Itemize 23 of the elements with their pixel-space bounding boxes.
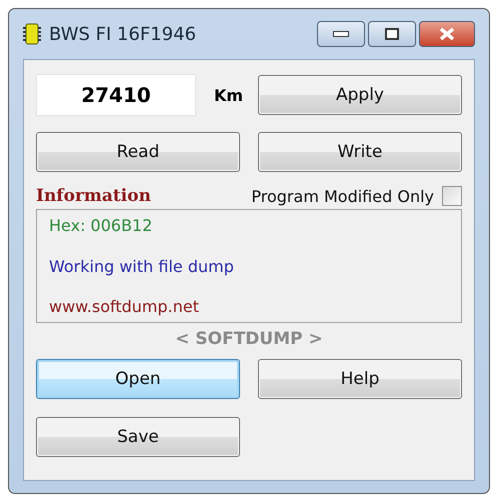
minimize-icon: [333, 31, 349, 37]
checkbox[interactable]: [442, 186, 462, 206]
mileage-field[interactable]: 27410: [36, 74, 196, 116]
checkbox-label: Program Modified Only: [251, 186, 434, 206]
info-line: www.softdump.net: [49, 297, 200, 316]
info-line: Hex: 006B12: [49, 216, 154, 235]
unit-label: Km: [214, 86, 240, 104]
button[interactable]: Save: [36, 417, 240, 457]
window-title: BWS FI 16F1946: [49, 24, 198, 44]
button[interactable]: Read: [36, 132, 240, 172]
button[interactable]: Open: [36, 359, 240, 399]
close-icon: [439, 27, 455, 41]
close-button[interactable]: [419, 21, 475, 47]
button[interactable]: Apply: [258, 75, 462, 115]
section-title: Information: [36, 186, 151, 206]
maximize-icon: [385, 28, 399, 40]
info-line: Working with file dump: [49, 256, 235, 276]
brand-label: < SOFTDUMP >: [175, 329, 323, 349]
button[interactable]: Write: [258, 132, 462, 172]
minimize-button[interactable]: [317, 21, 365, 47]
maximize-button[interactable]: [368, 21, 416, 47]
button[interactable]: Help: [258, 359, 462, 399]
chip-icon: [23, 23, 41, 45]
